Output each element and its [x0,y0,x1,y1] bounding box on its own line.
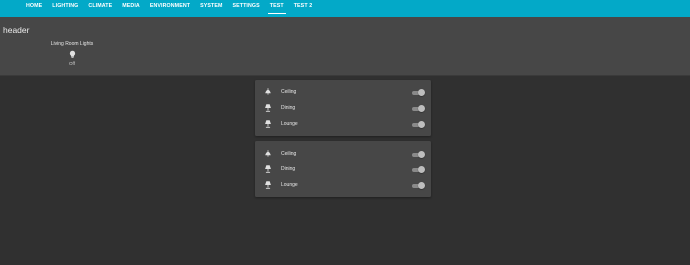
lamp-icon [265,104,271,112]
ceiling-toggle[interactable] [411,89,425,96]
entity-row: Lounge [255,179,431,191]
row-label: Ceiling [281,150,297,157]
lights-card: Ceiling Dining Lounge [255,80,431,136]
tab-test[interactable]: TEST [265,0,289,17]
row-label: Lounge [281,120,298,127]
tab-test-2[interactable]: TEST 2 [289,0,318,17]
ceiling-light-icon [265,150,271,157]
dining-toggle[interactable] [411,166,425,173]
tab-settings[interactable]: SETTINGS [227,0,264,17]
ceiling-light-icon [265,88,271,95]
tab-system[interactable]: SYSTEM [195,0,227,17]
entity-row: Lounge [255,118,431,130]
tab-environment[interactable]: ENVIRONMENT [145,0,195,17]
row-label: Dining [281,104,296,111]
lights-card: Ceiling Dining Lounge [255,141,431,197]
entity-row: Dining [255,102,431,114]
tab-lighting[interactable]: LIGHTING [47,0,83,17]
lightbulb-icon [69,50,75,58]
entity-row: Ceiling [255,86,431,98]
row-label: Ceiling [281,88,297,95]
lamp-icon [265,181,271,189]
row-label: Dining [281,165,296,172]
lamp-icon [265,165,271,173]
page-title: header [3,25,30,35]
tab-media[interactable]: MEDIA [117,0,145,17]
top-nav-bar: HOME LIGHTING CLIMATE MEDIA ENVIRONMENT … [0,0,690,17]
ceiling-toggle[interactable] [411,151,425,158]
lounge-toggle[interactable] [411,182,425,189]
entity-row: Dining [255,163,431,175]
entity-state: Off [68,61,76,66]
entity-row: Ceiling [255,148,431,160]
lounge-toggle[interactable] [411,121,425,128]
tab-climate[interactable]: CLIMATE [83,0,117,17]
entity-name: Living Room Lights [50,41,94,47]
header-panel: header Living Room Lights Off [0,17,690,76]
living-room-lights-entity[interactable]: Living Room Lights Off [44,41,100,66]
dining-toggle[interactable] [411,105,425,112]
lamp-icon [265,120,271,128]
row-label: Lounge [281,181,298,188]
tab-home[interactable]: HOME [21,0,47,17]
